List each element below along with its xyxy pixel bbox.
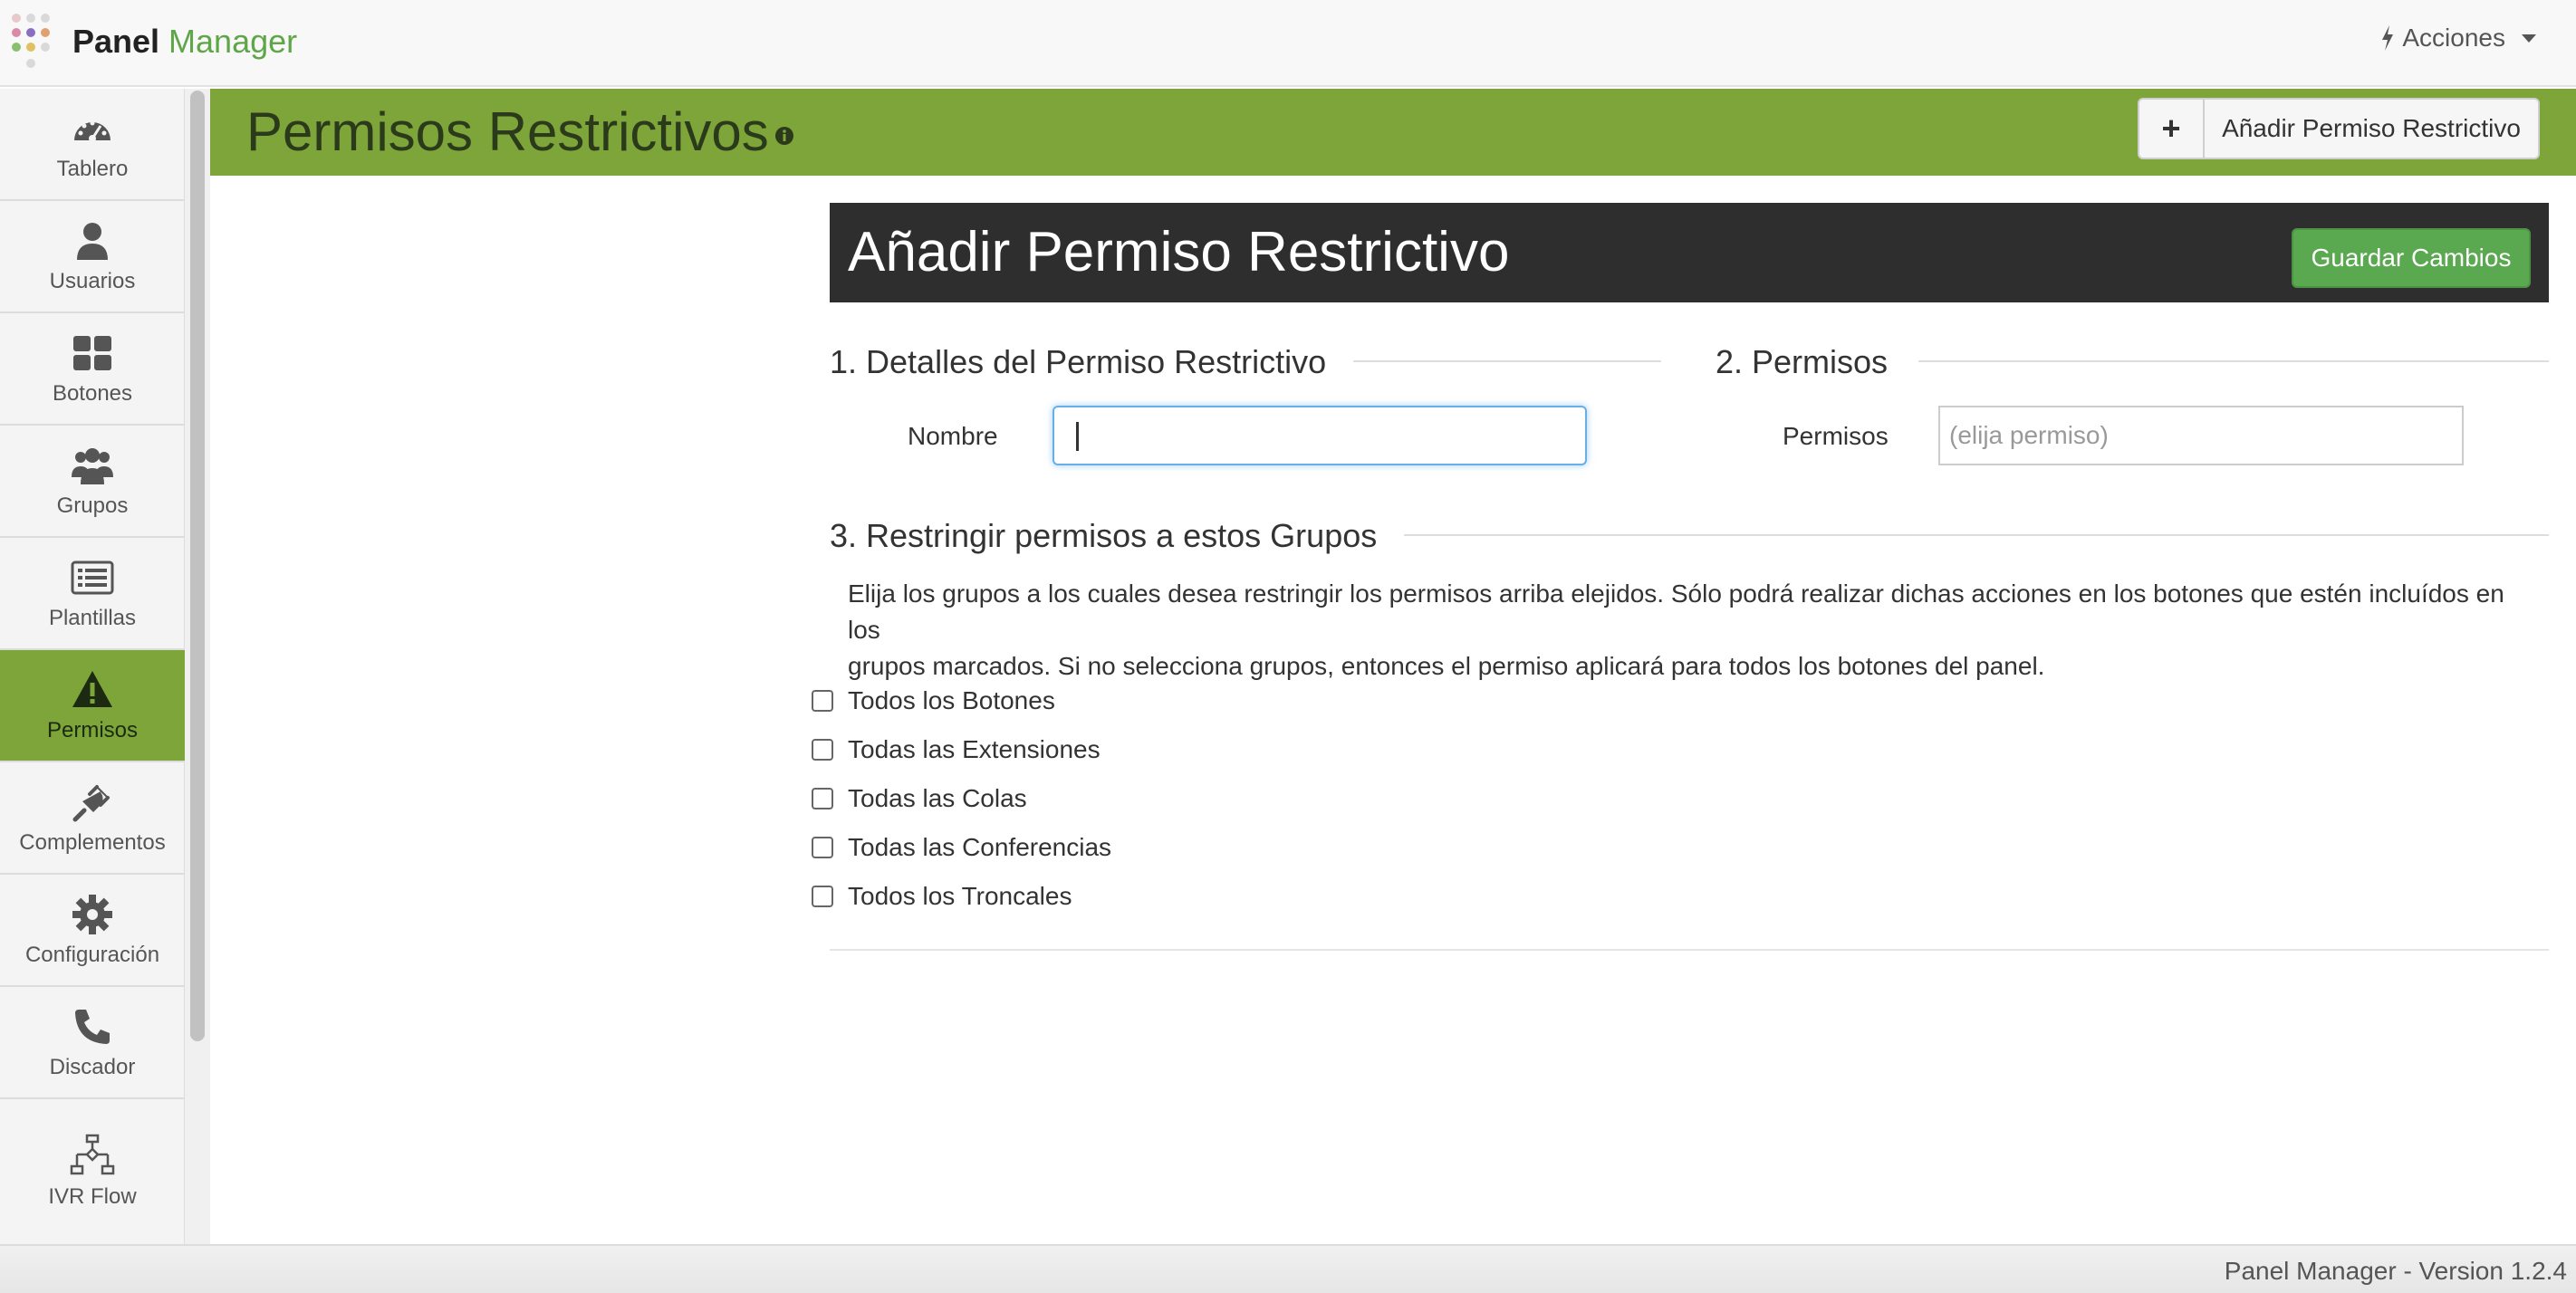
- plug-icon: [72, 785, 110, 822]
- warning-icon: [72, 671, 112, 707]
- group-checkbox-row[interactable]: Todas las Conferencias: [812, 833, 1111, 862]
- name-input[interactable]: [1053, 406, 1587, 465]
- phone-icon: [75, 1010, 110, 1044]
- form-header: Añadir Permiso Restrictivo Guardar Cambi…: [830, 203, 2549, 302]
- permissions-select[interactable]: (elija permiso): [1938, 406, 2464, 465]
- sidebar-item-label: Tablero: [56, 157, 129, 181]
- group-checkbox-row[interactable]: Todos los Troncales: [812, 882, 1072, 911]
- sidebar-item-label: IVR Flow: [48, 1184, 137, 1209]
- groups-description: Elija los grupos a los cuales desea rest…: [848, 576, 2542, 685]
- sidebar-item-plantillas[interactable]: Plantillas: [0, 538, 185, 650]
- sidebar-item-label: Discador: [49, 1055, 136, 1079]
- section-divider: [1918, 360, 2549, 362]
- sidebar-item-label: Usuarios: [49, 269, 136, 293]
- info-icon[interactable]: [774, 126, 794, 146]
- sidebar-item-label: Grupos: [56, 493, 129, 518]
- sidebar-item-label: Plantillas: [48, 606, 137, 630]
- logo-icon[interactable]: [9, 11, 60, 72]
- footer: Panel Manager - Version 1.2.4: [0, 1244, 2576, 1293]
- sidebar-item-label: Complementos: [19, 830, 166, 855]
- brand-name-light: Manager: [168, 23, 298, 60]
- section-divider: [1353, 360, 1661, 362]
- checkbox[interactable]: [812, 837, 833, 858]
- group-checkbox-label: Todos los Botones: [848, 686, 1055, 714]
- sidebar-item-grupos[interactable]: Grupos: [0, 426, 185, 538]
- group-checkbox-row[interactable]: Todas las Extensiones: [812, 735, 1101, 764]
- form-bottom-divider: [830, 949, 2549, 951]
- bolt-icon: [2382, 25, 2394, 51]
- sidebar-item-label: Botones: [52, 381, 133, 406]
- brand-name[interactable]: Panel Manager: [72, 22, 297, 62]
- section-groups-title: 3. Restringir permisos a estos Grupos: [830, 517, 1378, 554]
- sidebar-item-ivr-flow[interactable]: IVR Flow: [0, 1099, 185, 1244]
- checkbox[interactable]: [812, 739, 833, 761]
- sidebar-item-configuracion[interactable]: Configuración: [0, 875, 185, 987]
- group-checkbox-label: Todas las Conferencias: [848, 833, 1112, 861]
- form-title: Añadir Permiso Restrictivo: [848, 221, 1510, 283]
- dashboard-icon: [74, 120, 111, 142]
- save-changes-button[interactable]: Guardar Cambios: [2292, 228, 2531, 288]
- actions-dropdown[interactable]: Acciones: [2380, 24, 2536, 53]
- sidebar-item-tablero[interactable]: Tablero: [0, 89, 185, 201]
- user-icon: [77, 223, 108, 260]
- plus-icon: +: [2139, 100, 2205, 158]
- text-cursor: [1076, 422, 1079, 451]
- section-permissions-title: 2. Permisos: [1716, 343, 1889, 380]
- sidebar-item-label: Configuración: [24, 943, 160, 967]
- section-divider: [1404, 534, 2549, 536]
- sidebar-item-botones[interactable]: Botones: [0, 313, 185, 426]
- version-text: Panel Manager - Version 1.2.4: [2224, 1257, 2567, 1285]
- list-icon: [71, 560, 114, 595]
- group-checkbox-label: Todos los Troncales: [848, 882, 1072, 910]
- flow-icon: [70, 1134, 115, 1175]
- group-checkbox-label: Todas las Colas: [848, 784, 1027, 812]
- top-navbar: Panel Manager Acciones: [0, 0, 2576, 87]
- gear-icon: [72, 895, 112, 934]
- sidebar-item-discador[interactable]: Discador: [0, 987, 185, 1099]
- sidebar-item-complementos[interactable]: Complementos: [0, 762, 185, 875]
- sidebar-item-usuarios[interactable]: Usuarios: [0, 201, 185, 313]
- users-icon: [72, 448, 113, 484]
- page-header: Permisos Restrictivos + Añadir Permiso R…: [210, 89, 2576, 176]
- brand-name-bold: Panel: [72, 23, 160, 60]
- chevron-down-icon: [2522, 34, 2536, 43]
- sidebar-item-label: Permisos: [46, 718, 139, 742]
- add-button-label: Añadir Permiso Restrictivo: [2222, 114, 2521, 142]
- permissions-label: Permisos: [1783, 422, 1889, 450]
- checkbox[interactable]: [812, 690, 833, 712]
- section-details-title: 1. Detalles del Permiso Restrictivo: [830, 343, 1327, 380]
- description-line-2: grupos marcados. Si no selecciona grupos…: [848, 652, 2045, 680]
- add-restrictive-permission-button[interactable]: + Añadir Permiso Restrictivo: [2138, 98, 2540, 159]
- grid-icon: [73, 336, 111, 370]
- actions-label: Acciones: [2402, 24, 2505, 52]
- sidebar-scrollbar-thumb[interactable]: [190, 91, 205, 1041]
- group-checkbox-row[interactable]: Todas las Colas: [812, 784, 1027, 813]
- description-line-1: Elija los grupos a los cuales desea rest…: [848, 579, 2504, 644]
- page-title: Permisos Restrictivos: [246, 94, 794, 170]
- checkbox[interactable]: [812, 788, 833, 809]
- sidebar: Tablero Usuarios Botones Grupos Plantill…: [0, 89, 185, 1244]
- page-title-text: Permisos Restrictivos: [246, 101, 769, 162]
- group-checkbox-label: Todas las Extensiones: [848, 735, 1101, 763]
- sidebar-item-permisos[interactable]: Permisos: [0, 650, 185, 762]
- group-checkbox-row[interactable]: Todos los Botones: [812, 686, 1055, 715]
- name-label: Nombre: [908, 422, 998, 450]
- checkbox[interactable]: [812, 886, 833, 907]
